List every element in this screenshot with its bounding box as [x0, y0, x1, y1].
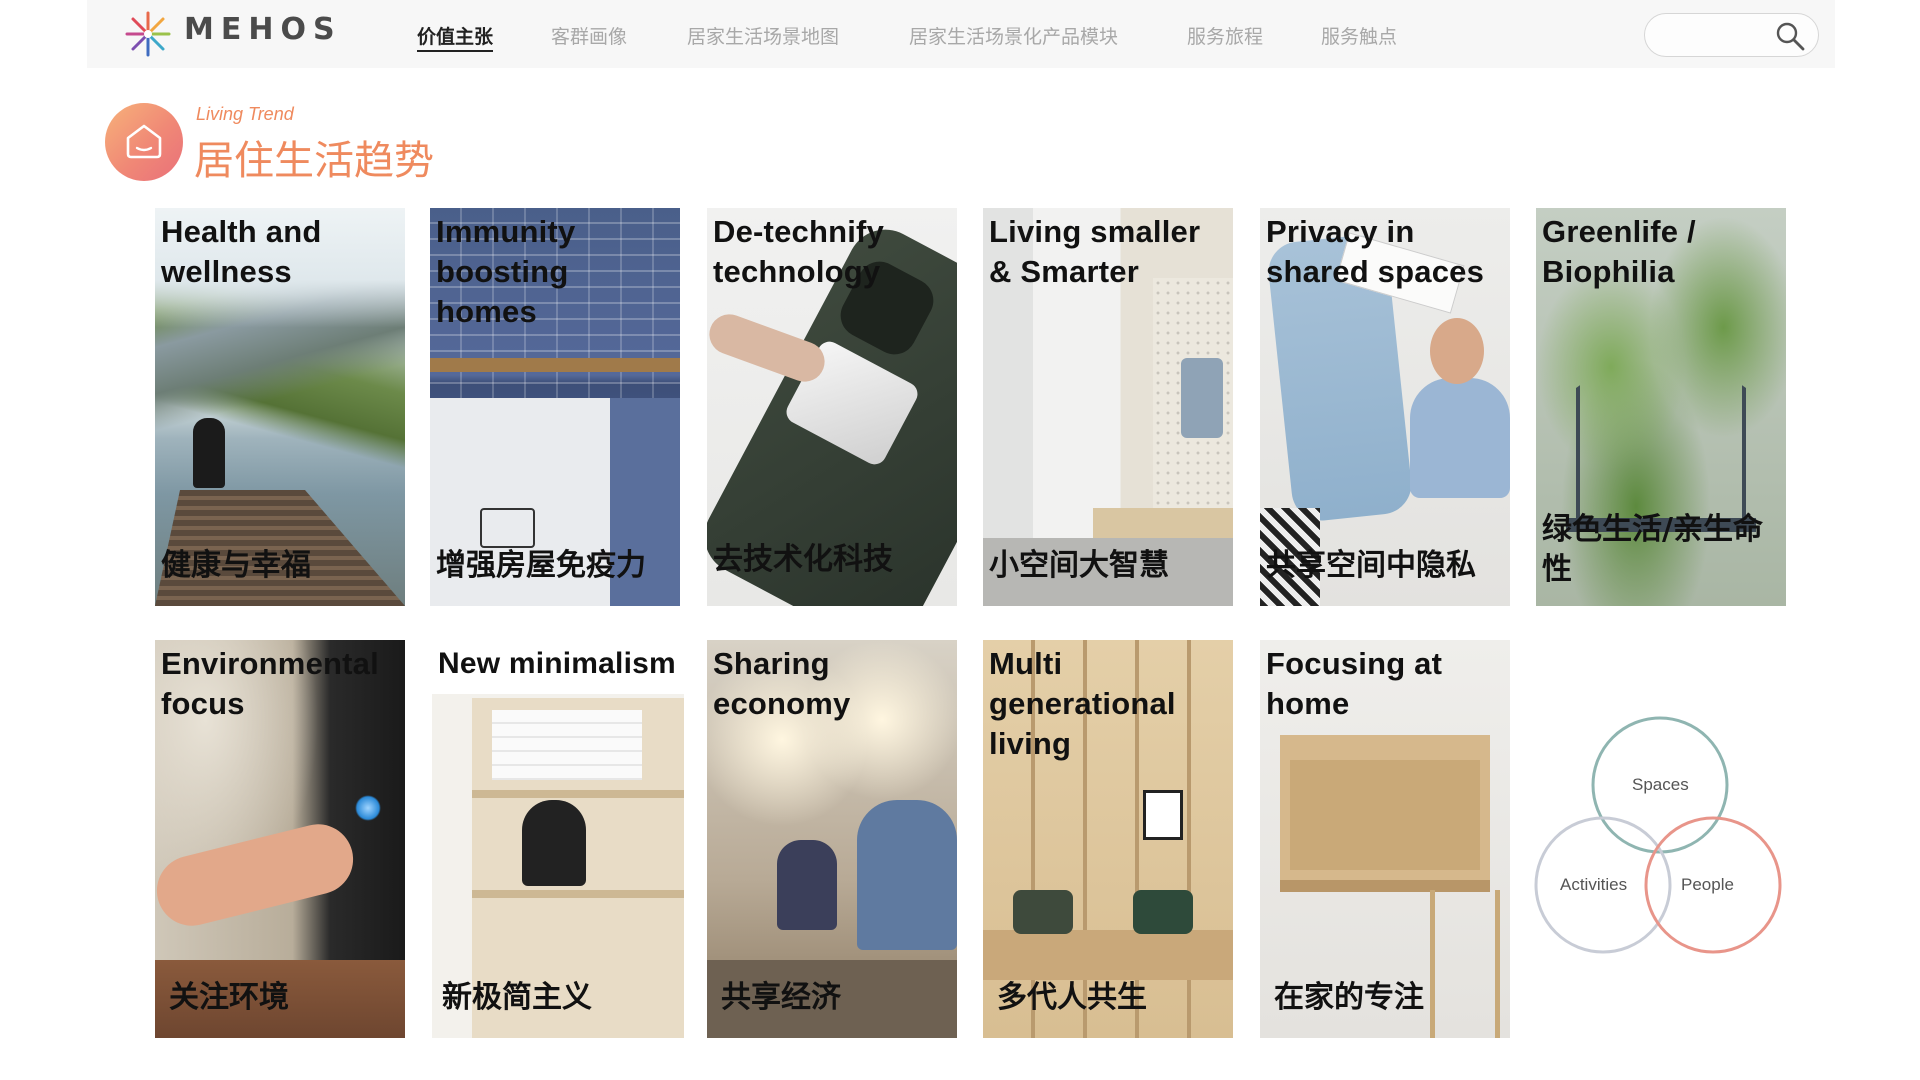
person-head: [1430, 318, 1484, 384]
nav-tab-touchpoints[interactable]: 服务触点: [1321, 22, 1397, 49]
person-shirt: [1410, 378, 1510, 498]
search-icon[interactable]: [1774, 20, 1806, 52]
shelf-board: [472, 790, 684, 798]
trend-card-sharing-economy[interactable]: Sharing economy 共享经济: [707, 640, 957, 1038]
desk-inner: [1290, 760, 1480, 870]
screen-touch-glow: [355, 795, 381, 821]
nav-tab-scenario-map[interactable]: 居家生活场景地图: [687, 22, 839, 49]
round-mirror: [522, 800, 586, 886]
trend-card-greenlife[interactable]: Greenlife / Biophilia 绿色生活/亲生命性: [1536, 208, 1786, 606]
trend-card-focusing-home[interactable]: Focusing at home 在家的专注: [1260, 640, 1510, 1038]
brand-name: MEHOS: [184, 12, 342, 47]
card-title-zh: 新极简主义: [442, 980, 592, 1015]
seated-woman: [777, 840, 837, 930]
card-title-zh: 共享空间中隐私: [1266, 548, 1476, 583]
card-title-zh: 健康与幸福: [161, 548, 311, 583]
card-title-zh: 多代人共生: [997, 980, 1147, 1015]
card-title-zh: 在家的专注: [1274, 980, 1424, 1015]
person-silhouette: [193, 418, 225, 488]
venn-label-activities: Activities: [1560, 875, 1628, 894]
section-subtitle: Living Trend: [196, 104, 294, 124]
venn-label-people: People: [1681, 875, 1734, 894]
card-title-en: Focusing at home: [1266, 646, 1443, 721]
cushion: [1133, 890, 1193, 934]
cushion: [1013, 890, 1073, 934]
card-title-en: Privacy in shared spaces: [1266, 214, 1485, 289]
venn-circles: [1534, 716, 1782, 954]
card-title-en: Environmental focus: [161, 646, 379, 721]
spaces-activities-people-venn: Spaces Activities People: [1530, 715, 1790, 965]
card-title-en: Sharing economy: [713, 646, 851, 721]
countertop: [430, 358, 680, 372]
card-title-zh: 共享经济: [721, 980, 841, 1015]
trend-card-environmental[interactable]: Environmental focus 关注环境: [155, 640, 405, 1038]
venn-label-spaces: Spaces: [1632, 775, 1689, 794]
card-title-en: Multi generational living: [989, 646, 1176, 761]
nav-tab-product-modules[interactable]: 居家生活场景化产品模块: [909, 22, 1118, 49]
trend-card-immunity-homes[interactable]: Immunity boosting homes 增强房屋免疫力: [430, 208, 680, 606]
nav-tab-service-journey[interactable]: 服务旅程: [1187, 22, 1263, 49]
trend-card-multi-generational[interactable]: Multi generational living 多代人共生: [983, 640, 1233, 1038]
house-icon: [126, 124, 162, 159]
card-title-zh: 绿色生活/亲生命性: [1542, 512, 1763, 587]
trend-card-health-wellness[interactable]: Health and wellness 健康与幸福: [155, 208, 405, 606]
hanging-shirt: [1181, 358, 1223, 438]
trend-card-privacy-shared[interactable]: Privacy in shared spaces 共享空间中隐私: [1260, 208, 1510, 606]
card-title-en: Living smaller & Smarter: [989, 214, 1201, 289]
card-title-zh: 去技术化科技: [713, 542, 893, 577]
folded-towels: [492, 710, 642, 780]
mehos-logo-icon[interactable]: [123, 9, 173, 59]
card-title-en: Greenlife / Biophilia: [1542, 214, 1696, 289]
framed-picture: [1143, 790, 1183, 840]
trend-card-de-technify[interactable]: De-technify technology 去技术化科技: [707, 208, 957, 606]
seated-man: [857, 800, 957, 950]
search-box: [1644, 13, 1819, 57]
shelf-board: [472, 890, 684, 898]
nav-tab-customer-persona[interactable]: 客群画像: [551, 22, 627, 49]
trend-card-new-minimalism[interactable]: New minimalism 新极简主义: [432, 640, 684, 1038]
card-title-zh: 增强房屋免疫力: [436, 548, 646, 583]
trend-card-living-smaller[interactable]: Living smaller & Smarter 小空间大智慧: [983, 208, 1233, 606]
card-title-zh: 小空间大智慧: [989, 548, 1169, 583]
card-title-zh: 关注环境: [169, 980, 289, 1015]
card-title-en: Immunity boosting homes: [436, 214, 576, 329]
top-navigation-bar: MEHOS 价值主张 客群画像 居家生活场景地图 居家生活场景化产品模块 服务旅…: [87, 0, 1835, 68]
basket: [480, 508, 535, 548]
card-title-en: Health and wellness: [161, 214, 322, 289]
card-title-en: New minimalism: [438, 647, 676, 680]
search-input[interactable]: [1659, 22, 1769, 48]
living-trend-badge: [105, 103, 183, 181]
nav-tab-value-proposition[interactable]: 价值主张: [417, 22, 494, 52]
bench-seat: [983, 930, 1233, 980]
section-title: 居住生活趋势: [194, 138, 434, 184]
card-title-en: De-technify technology: [713, 214, 885, 289]
